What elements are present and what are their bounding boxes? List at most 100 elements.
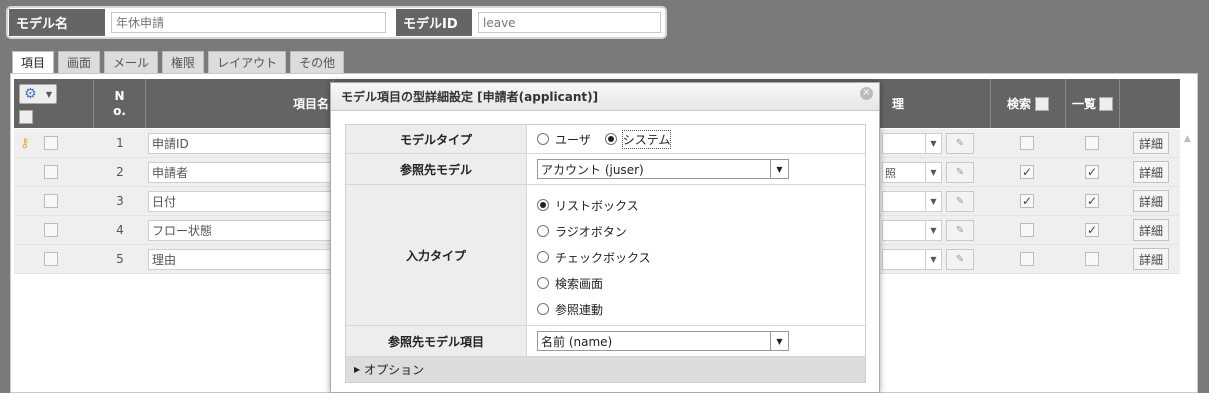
row-type-select[interactable]: ▼: [882, 249, 942, 270]
row-detail-button[interactable]: 詳細: [1133, 161, 1169, 183]
input-type-search-radio[interactable]: 検索画面: [537, 270, 603, 296]
gear-icon: ⚙: [24, 86, 37, 102]
row-no: 5: [116, 252, 124, 266]
tab-bar: 項目 画面 メール 権限 レイアウト その他: [12, 51, 348, 73]
list-all-checkbox[interactable]: [1099, 96, 1113, 111]
column-name-header: 項目名: [146, 79, 334, 128]
model-id-input[interactable]: leave: [478, 12, 661, 33]
row-name-input[interactable]: 日付: [148, 191, 338, 212]
ref-model-value: アカウント (juser): [541, 162, 644, 177]
tab-screen[interactable]: 画面: [58, 51, 101, 73]
model-name-label: モデル名: [9, 9, 105, 36]
input-type-radio-radio[interactable]: ラジオボタン: [537, 218, 627, 244]
gear-menu-button[interactable]: ⚙ ▼: [19, 84, 57, 104]
column-no-header: N o.: [94, 79, 146, 128]
chevron-down-icon: ▼: [925, 134, 941, 153]
ref-item-select[interactable]: 名前 (name) ▼: [537, 331, 789, 351]
tab-permission[interactable]: 権限: [162, 51, 205, 73]
tab-mail[interactable]: メール: [104, 51, 159, 73]
row-detail-button[interactable]: 詳細: [1133, 132, 1169, 154]
header-tools-cell: ⚙ ▼: [14, 79, 94, 128]
model-type-system-radio[interactable]: システム: [604, 129, 672, 149]
input-type-listbox-radio[interactable]: リストボックス: [537, 192, 639, 218]
edit-icon[interactable]: ✎: [946, 220, 974, 241]
ref-item-field: 名前 (name) ▼: [527, 326, 865, 356]
type-detail-dialog: モデル項目の型詳細設定 [申請者(applicant)] × モデルタイプ ユー…: [330, 82, 880, 393]
edit-icon[interactable]: ✎: [946, 162, 974, 183]
chevron-down-icon: ▼: [925, 250, 941, 269]
input-type-listbox-label: リストボックス: [555, 198, 639, 213]
select-all-checkbox[interactable]: [19, 110, 33, 124]
model-name-input[interactable]: 年休申請: [111, 12, 386, 33]
ref-model-label: 参照先モデル: [346, 154, 527, 184]
row-name-input[interactable]: フロー状態: [148, 220, 338, 241]
input-type-field: リストボックス ラジオボタン チェックボックス 検索画面 参照連動: [527, 185, 865, 325]
row-list-checkbox[interactable]: [1085, 136, 1099, 150]
close-icon[interactable]: ×: [860, 87, 873, 100]
row-list-checkbox[interactable]: ✓: [1085, 165, 1099, 179]
row-search-checkbox[interactable]: ✓: [1020, 194, 1034, 208]
column-list-header: 一覧: [1066, 79, 1120, 128]
search-all-checkbox[interactable]: [1035, 96, 1049, 111]
ref-model-select[interactable]: アカウント (juser) ▼: [537, 159, 789, 179]
row-name-input[interactable]: 申請者: [148, 162, 338, 183]
input-type-search-label: 検索画面: [555, 276, 604, 291]
input-type-label: 入力タイプ: [346, 185, 527, 325]
row-list-checkbox[interactable]: ✓: [1085, 194, 1099, 208]
row-detail-button[interactable]: 詳細: [1133, 248, 1169, 270]
model-type-user-label: ユーザ: [555, 132, 591, 147]
row-detail-button[interactable]: 詳細: [1133, 219, 1169, 241]
input-type-linked-radio[interactable]: 参照連動: [537, 296, 603, 322]
column-search-label: 検索: [1006, 97, 1031, 111]
row-list-checkbox[interactable]: [1085, 252, 1099, 266]
edit-icon[interactable]: ✎: [946, 249, 974, 270]
input-type-checkbox-label: チェックボックス: [555, 250, 651, 265]
row-search-checkbox[interactable]: [1020, 223, 1034, 237]
row-type-select[interactable]: ▼: [882, 133, 942, 154]
options-toggle[interactable]: ▶ オプション: [346, 357, 865, 382]
row-type-select[interactable]: 照 ▼: [882, 162, 942, 183]
edit-icon[interactable]: ✎: [946, 133, 974, 154]
model-type-field: ユーザ システム: [527, 125, 865, 153]
row-select-checkbox[interactable]: [44, 136, 58, 150]
row-select-checkbox[interactable]: [44, 194, 58, 208]
row-name-input[interactable]: 理由: [148, 249, 338, 270]
row-type-select[interactable]: ▼: [882, 191, 942, 212]
row-detail-button[interactable]: 詳細: [1133, 190, 1169, 212]
tab-items[interactable]: 項目: [12, 51, 55, 73]
row-search-checkbox[interactable]: ✓: [1020, 165, 1034, 179]
ref-item-value: 名前 (name): [541, 334, 613, 349]
tab-layout[interactable]: レイアウト: [208, 51, 287, 73]
row-type-value: 照: [885, 166, 896, 180]
chevron-down-icon: ▼: [925, 163, 941, 182]
ref-item-label: 参照先モデル項目: [346, 326, 527, 356]
row-list-checkbox[interactable]: ✓: [1085, 223, 1099, 237]
ref-item-row: 参照先モデル項目 名前 (name) ▼: [346, 326, 865, 357]
row-no: 2: [116, 165, 124, 179]
column-search-header: 検索: [990, 79, 1066, 128]
scroll-up-icon[interactable]: ▲: [1184, 134, 1191, 144]
model-type-row: モデルタイプ ユーザ システム: [346, 125, 865, 154]
options-label: オプション: [364, 363, 425, 377]
model-type-label: モデルタイプ: [346, 125, 527, 153]
caret-right-icon: ▶: [354, 365, 361, 374]
row-no: 4: [116, 223, 124, 237]
row-select-checkbox[interactable]: [44, 252, 58, 266]
edit-icon[interactable]: ✎: [946, 191, 974, 212]
tab-other[interactable]: その他: [290, 51, 345, 73]
row-select-checkbox[interactable]: [44, 165, 58, 179]
model-type-user-radio[interactable]: ユーザ: [537, 131, 591, 148]
row-search-checkbox[interactable]: [1020, 252, 1034, 266]
row-type-select[interactable]: ▼: [882, 220, 942, 241]
chevron-down-icon: ▼: [925, 192, 941, 211]
chevron-down-icon: ▼: [770, 160, 788, 178]
row-search-checkbox[interactable]: [1020, 136, 1034, 150]
input-type-checkbox-radio[interactable]: チェックボックス: [537, 244, 651, 270]
row-select-checkbox[interactable]: [44, 223, 58, 237]
key-icon: ⚷: [20, 136, 30, 151]
row-name-input[interactable]: 申請ID: [148, 133, 338, 154]
column-type-header-text: 理: [891, 97, 904, 111]
chevron-down-icon: ▼: [925, 221, 941, 240]
chevron-down-icon: ▼: [45, 89, 52, 99]
chevron-down-icon: ▼: [770, 332, 788, 350]
